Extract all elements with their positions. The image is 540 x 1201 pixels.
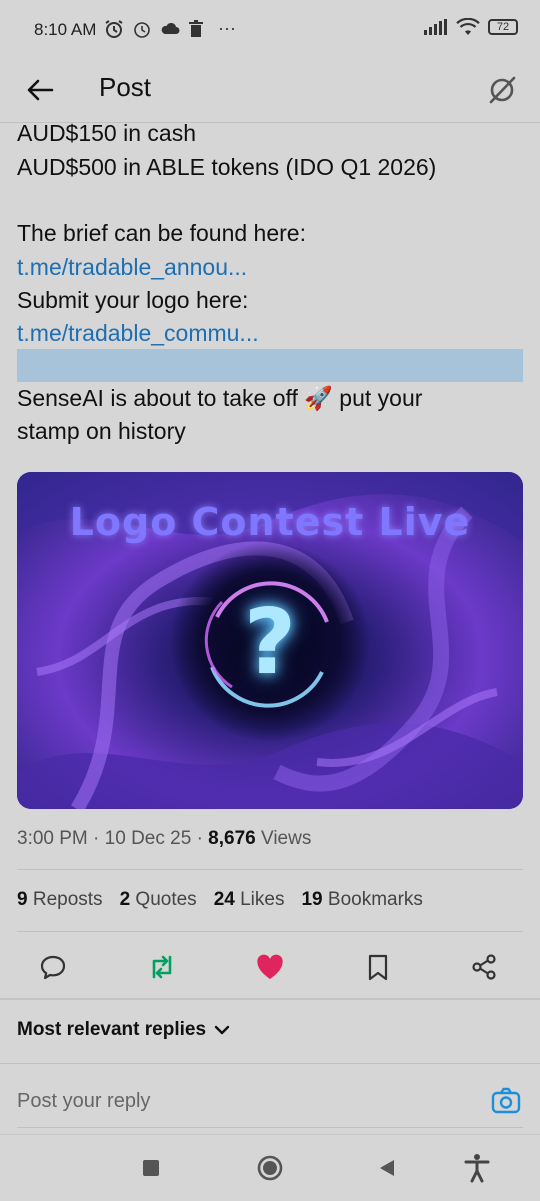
quotes-stat[interactable]: 2 Quotes [120,889,197,911]
bookmark-icon [368,954,388,981]
camera-button[interactable] [491,1086,523,1118]
views-count: 8,676 [208,828,256,849]
submit-link[interactable]: t.me/tradable_commu... [17,317,522,350]
image-title: Logo Contest Live [69,500,471,544]
home-circle-icon [257,1155,283,1181]
question-mark-glyph: ? [243,590,297,695]
bookmarks-label: Bookmarks [327,889,423,910]
chevron-down-icon [214,1025,230,1035]
back-button[interactable] [22,72,58,108]
post-date: 10 Dec 25 [104,828,192,849]
divider [17,869,523,870]
share-button[interactable] [467,950,501,984]
grok-icon [489,76,516,104]
section-divider [0,998,540,1000]
accessibility-icon [464,1154,490,1183]
heart-icon [257,954,283,979]
meta-separator: · [93,828,100,849]
repost-icon [152,955,172,979]
battery-icon: 72 [488,19,518,35]
quotes-label: Quotes [135,889,197,910]
post-line: The brief can be found here: [17,220,306,246]
reposts-count: 9 [17,889,28,910]
more-icon: ··· [218,18,236,38]
system-icons: 72 [424,18,518,36]
post-line: SenseAI is about to take off 🚀 put your [17,385,423,411]
system-nav-bar [0,1134,540,1201]
post-time: 3:00 PM [17,828,88,849]
grok-button[interactable] [482,70,522,110]
cloud-icon [161,22,180,34]
page-title: Post [99,72,152,102]
recents-button[interactable] [134,1151,168,1185]
status-time: 8:10 AM [34,20,97,39]
engagement-stats: 9 Reposts 2 Quotes 24 Likes 19 Bookmarks [17,889,423,911]
post-line: Submit your logo here: [17,287,249,313]
square-icon [143,1160,159,1176]
reply-button[interactable] [36,950,70,984]
notification-icons: ··· [104,18,236,39]
accessibility-button[interactable] [460,1151,494,1185]
camera-icon [491,1087,521,1114]
replies-sort-dropdown[interactable]: Most relevant replies [17,1019,230,1041]
post-line: AUD$150 in cash [17,120,196,146]
trash-icon [189,19,203,37]
bookmark-button[interactable] [361,950,395,984]
likes-count: 24 [213,889,235,910]
post-header: Post [0,60,540,123]
arrow-left-icon [27,79,54,101]
reply-input[interactable]: Post your reply [17,1090,150,1113]
divider [17,1127,523,1128]
triangle-back-icon [380,1160,394,1176]
text-selection-highlight [17,349,523,382]
divider [17,931,523,932]
post-line: stamp on history [17,418,186,444]
comment-icon [40,955,66,980]
meta-separator: · [196,828,203,849]
post-meta: 3:00 PM · 10 Dec 25 · 8,676 Views [17,828,311,850]
home-button[interactable] [253,1151,287,1185]
views-label: Views [261,828,312,849]
bookmarks-stat[interactable]: 19 Bookmarks [301,889,422,911]
wifi-icon [456,18,480,35]
reposts-stat[interactable]: 9 Reposts [17,889,103,911]
likes-stat[interactable]: 24 Likes [214,889,285,911]
post-image[interactable]: Logo Contest Live ? [17,472,523,809]
status-bar: 8:10 AM ··· 72 [0,0,540,60]
alarm-icon [134,21,150,38]
post-line: AUD$500 in ABLE tokens (IDO Q1 2026) [17,154,437,180]
like-button[interactable] [253,950,287,984]
repost-button[interactable] [145,950,179,984]
post-action-bar [0,942,540,992]
likes-label: Likes [240,889,285,910]
brief-link[interactable]: t.me/tradable_annou... [17,251,522,284]
divider [0,1063,540,1064]
back-nav-button[interactable] [370,1151,404,1185]
alarm-icon [105,19,123,38]
share-icon [472,954,496,980]
reposts-label: Reposts [32,889,103,910]
quotes-count: 2 [119,889,131,910]
bookmarks-count: 19 [301,889,323,910]
signal-icon [424,19,447,35]
replies-sort-label: Most relevant replies [17,1019,207,1040]
reply-composer[interactable]: Post your reply [17,1086,523,1126]
